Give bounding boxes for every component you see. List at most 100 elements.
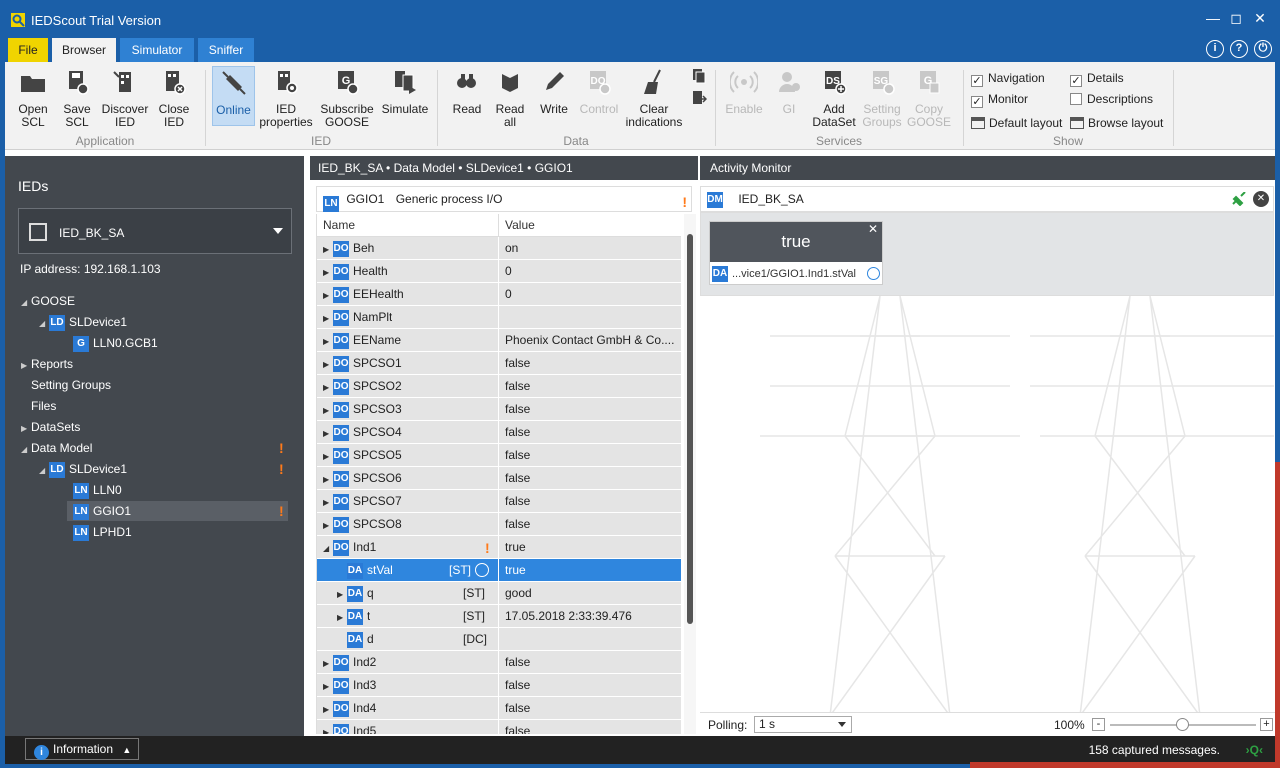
- tree-item-goose[interactable]: ◢ GOOSE: [21, 291, 75, 311]
- row-value-cell[interactable]: false: [505, 352, 677, 374]
- tree-item-data-model[interactable]: ◢ Data Model: [21, 438, 92, 458]
- tree-item-reports[interactable]: ▶ Reports: [21, 354, 73, 374]
- row-value-cell[interactable]: false: [505, 513, 677, 535]
- row-value-cell[interactable]: false: [505, 421, 677, 443]
- read-button[interactable]: Read: [447, 68, 487, 116]
- tree-item-sldevice1-goose[interactable]: ◢ LD SLDevice1: [39, 312, 127, 332]
- table-row[interactable]: ▶ DO SPCSO4 false: [317, 421, 681, 444]
- expand-icon[interactable]: ▶: [323, 699, 333, 719]
- row-value-cell[interactable]: 0: [505, 283, 677, 305]
- expand-icon[interactable]: ▶: [323, 469, 333, 489]
- monitor-card[interactable]: true ✕ DA ...vice1/GGIO1.Ind1.stVal: [709, 221, 883, 285]
- table-row[interactable]: ▶ DA q [ST] good: [317, 582, 681, 605]
- setting-groups-button[interactable]: SG Setting Groups: [860, 68, 904, 129]
- zoom-in-button[interactable]: +: [1260, 718, 1273, 731]
- scrollbar-thumb[interactable]: [687, 234, 693, 624]
- help-icon[interactable]: ?: [1230, 40, 1248, 58]
- expand-icon[interactable]: ▶: [323, 308, 333, 328]
- power-icon[interactable]: ⏻: [1254, 40, 1272, 58]
- row-value-cell[interactable]: on: [505, 237, 677, 259]
- vertical-scrollbar[interactable]: [684, 214, 696, 734]
- add-dataset-button[interactable]: DS Add DataSet: [811, 68, 857, 129]
- export-small-button[interactable]: [691, 90, 708, 109]
- row-value-cell[interactable]: true: [505, 536, 677, 558]
- enable-button[interactable]: Enable: [723, 68, 765, 116]
- table-row[interactable]: ▶ DO SPCSO3 false: [317, 398, 681, 421]
- table-row[interactable]: ▶ DO NamPlt: [317, 306, 681, 329]
- monitor-indicator-icon[interactable]: [475, 563, 489, 577]
- expand-icon[interactable]: ▶: [323, 676, 333, 696]
- row-value-cell[interactable]: false: [505, 674, 677, 696]
- close-monitor-icon[interactable]: ✕: [1253, 191, 1269, 207]
- expand-icon[interactable]: ▶: [337, 584, 347, 604]
- row-value-cell[interactable]: false: [505, 697, 677, 719]
- tab-simulator[interactable]: Simulator: [120, 38, 194, 62]
- row-value-cell[interactable]: false: [505, 444, 677, 466]
- table-row[interactable]: ▶ DO SPCSO8 false: [317, 513, 681, 536]
- maximize-button[interactable]: ◻: [1226, 8, 1246, 28]
- row-value-cell[interactable]: true: [505, 559, 677, 581]
- row-value-cell[interactable]: false: [505, 490, 677, 512]
- tab-file[interactable]: File: [8, 38, 48, 62]
- control-button[interactable]: DO Control: [577, 68, 621, 116]
- table-row[interactable]: ▶ DO Ind4 false: [317, 697, 681, 720]
- tree-item-sldevice1-model[interactable]: ◢ LD SLDevice1: [39, 459, 127, 479]
- tab-browser[interactable]: Browser: [52, 38, 116, 62]
- descriptions-checkbox[interactable]: Descriptions: [1070, 92, 1153, 106]
- details-checkbox[interactable]: ✓ Details: [1070, 71, 1124, 87]
- table-row[interactable]: ▶ DO SPCSO1 false: [317, 352, 681, 375]
- ied-properties-button[interactable]: IED properties: [258, 68, 314, 129]
- information-button[interactable]: i Information ▲: [25, 738, 139, 760]
- zoom-out-button[interactable]: -: [1092, 718, 1105, 731]
- discover-ied-button[interactable]: Discover IED: [101, 68, 149, 129]
- col-name-header[interactable]: Name: [323, 214, 355, 236]
- ied-select[interactable]: IED_BK_SA: [18, 208, 292, 254]
- expand-icon[interactable]: ▶: [323, 377, 333, 397]
- minimize-button[interactable]: —: [1203, 8, 1223, 28]
- close-card-icon[interactable]: ✕: [868, 222, 878, 236]
- row-value-cell[interactable]: [505, 628, 677, 650]
- row-value-cell[interactable]: false: [505, 720, 677, 734]
- read-all-button[interactable]: Read all: [490, 68, 530, 129]
- browse-layout-button[interactable]: Browse layout: [1070, 116, 1163, 130]
- row-value-cell[interactable]: false: [505, 467, 677, 489]
- expand-icon[interactable]: ▶: [323, 354, 333, 374]
- navigation-checkbox[interactable]: ✓ Navigation: [971, 71, 1045, 87]
- table-row[interactable]: ▶ DO EEHealth 0: [317, 283, 681, 306]
- col-value-header[interactable]: Value: [505, 214, 535, 236]
- row-value-cell[interactable]: false: [505, 375, 677, 397]
- copy-small-button[interactable]: [691, 68, 707, 87]
- expand-icon[interactable]: ▶: [323, 722, 333, 734]
- table-row[interactable]: ◢ DO Ind1! true: [317, 536, 681, 559]
- write-button[interactable]: Write: [535, 68, 573, 116]
- table-row[interactable]: ▶ DA t [ST] 17.05.2018 2:33:39.476: [317, 605, 681, 628]
- open-scl-button[interactable]: Open SCL: [13, 68, 53, 129]
- table-row[interactable]: ▶ DO SPCSO2 false: [317, 375, 681, 398]
- monitor-checkbox[interactable]: ✓ Monitor: [971, 92, 1028, 108]
- close-window-button[interactable]: ✕: [1250, 8, 1270, 28]
- expand-icon[interactable]: ▶: [323, 262, 333, 282]
- tree-item-lphd1[interactable]: LN LPHD1: [73, 522, 132, 542]
- table-row[interactable]: ▶ DO SPCSO7 false: [317, 490, 681, 513]
- table-row[interactable]: ▶ DO Health 0: [317, 260, 681, 283]
- gi-button[interactable]: GI: [771, 68, 807, 116]
- expand-icon[interactable]: ▶: [323, 423, 333, 443]
- table-row[interactable]: DA d [DC]: [317, 628, 681, 651]
- save-scl-button[interactable]: Save SCL: [57, 68, 97, 129]
- table-row[interactable]: ▶ DO Ind5 false: [317, 720, 681, 734]
- tree-item-gcb[interactable]: G LLN0.GCB1: [73, 333, 158, 353]
- expand-icon[interactable]: ▶: [337, 607, 347, 627]
- table-row[interactable]: ▶ DO Ind3 false: [317, 674, 681, 697]
- info-icon[interactable]: i: [1206, 40, 1224, 58]
- table-row[interactable]: ▶ DO Beh on: [317, 237, 681, 260]
- tree-item-datasets[interactable]: ▶ DataSets: [21, 417, 80, 437]
- copy-goose-button[interactable]: G Copy GOOSE: [907, 68, 951, 129]
- table-row[interactable]: DA stVal [ST] true: [317, 559, 681, 582]
- tree-item-lln0[interactable]: LN LLN0: [73, 480, 122, 500]
- table-row[interactable]: ▶ DO SPCSO5 false: [317, 444, 681, 467]
- table-row[interactable]: ▶ DO SPCSO6 false: [317, 467, 681, 490]
- row-value-cell[interactable]: Phoenix Contact GmbH & Co....: [505, 329, 677, 351]
- row-value-cell[interactable]: 17.05.2018 2:33:39.476: [505, 605, 677, 627]
- row-value-cell[interactable]: false: [505, 398, 677, 420]
- close-ied-button[interactable]: Close IED: [153, 68, 195, 129]
